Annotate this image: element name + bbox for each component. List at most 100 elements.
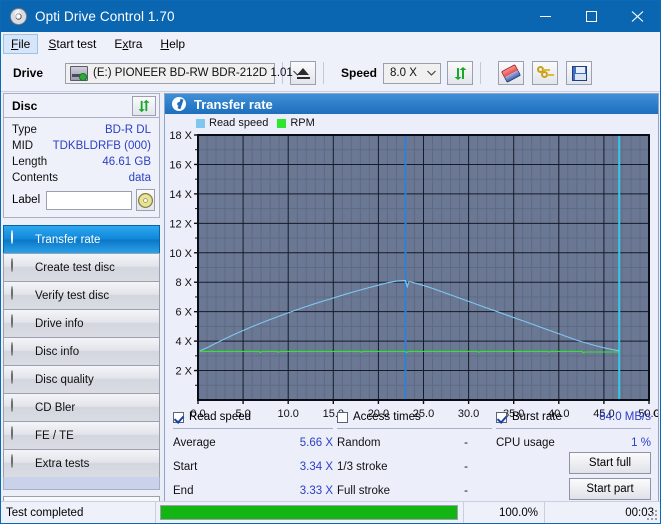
- disc-panel-header: Disc: [3, 93, 160, 118]
- panel-title: Transfer rate: [194, 97, 273, 112]
- legend-label-rpm: RPM: [290, 117, 314, 129]
- eject-icon: [297, 68, 310, 79]
- divider: [173, 428, 333, 429]
- disc-icon: [11, 259, 28, 276]
- sidebar-item-verify-test-disc[interactable]: Verify test disc: [3, 281, 160, 309]
- svg-text:10 X: 10 X: [169, 248, 192, 260]
- sidebar-item-fe-te[interactable]: FE / TE: [3, 421, 160, 449]
- stat-value: 3.33 X: [300, 485, 333, 497]
- disc-info-panel: Type BD-R DL MID TDKBLDRFB (000) Length …: [3, 118, 160, 218]
- refresh-drive-button[interactable]: [447, 61, 473, 85]
- disc-row-value: 46.61 GB: [102, 156, 151, 168]
- drive-select[interactable]: (E:) PIONEER BD-RW BDR-212D 1.01: [65, 63, 275, 84]
- maximize-button[interactable]: [568, 1, 614, 32]
- sidebar-item-label: CD Bler: [35, 402, 75, 414]
- sidebar-item-transfer-rate[interactable]: Transfer rate: [3, 225, 160, 253]
- stat-row-end: End 3.33 X: [173, 479, 333, 503]
- stat-key: End: [173, 485, 193, 497]
- burst-rate-value: 84.0 MB/s: [599, 411, 651, 423]
- sidebar-item-label: Transfer rate: [35, 234, 100, 246]
- sidebar-item-disc-info[interactable]: Disc info: [3, 337, 160, 365]
- start-full-button[interactable]: Start full: [569, 452, 651, 474]
- disc-row-key: Length: [12, 156, 47, 168]
- access-times-stats: Access times Random - 1/3 stroke - Full …: [337, 409, 492, 503]
- erase-disc-button[interactable]: [498, 61, 524, 85]
- window-controls: [522, 1, 660, 32]
- start-part-button[interactable]: Start part: [569, 478, 651, 500]
- sidebar-item-label: Drive info: [35, 318, 84, 330]
- legend-label-read-speed: Read speed: [209, 117, 268, 129]
- read-speed-checkbox[interactable]: [173, 412, 184, 423]
- stat-value: -: [464, 485, 468, 497]
- burst-rate-checkbox[interactable]: [496, 412, 507, 423]
- stat-key: 1/3 stroke: [337, 461, 388, 473]
- svg-text:18 X: 18 X: [169, 130, 192, 142]
- stat-row-average: Average 5.66 X: [173, 431, 333, 455]
- left-sidebar: Disc Type BD-R DL MID TDKBLDRFB (000) Le…: [3, 93, 160, 520]
- sidebar-item-create-test-disc[interactable]: Create test disc: [3, 253, 160, 281]
- stat-value: 5.66 X: [300, 437, 333, 449]
- minimize-button[interactable]: [522, 1, 568, 32]
- disc-label-button[interactable]: [136, 189, 155, 211]
- disc-row-length: Length 46.61 GB: [4, 154, 159, 170]
- menu-file[interactable]: File: [3, 34, 38, 54]
- cd-disc-icon: [138, 193, 153, 208]
- stat-key: Random: [337, 437, 380, 449]
- stat-row-third-stroke: 1/3 stroke -: [337, 455, 492, 479]
- transfer-rate-chart[interactable]: 2 X4 X6 X8 X10 X12 X14 X16 X18 X0.05.010…: [165, 130, 658, 422]
- access-times-checkbox-label: Access times: [353, 411, 421, 423]
- svg-text:16 X: 16 X: [169, 159, 192, 171]
- speed-select[interactable]: 8.0 X: [383, 63, 441, 84]
- sidebar-item-disc-quality[interactable]: Disc quality: [3, 365, 160, 393]
- stats-area: Read speed Average 5.66 X Start 3.34 X E…: [165, 409, 658, 502]
- chart-container[interactable]: 2 X4 X6 X8 X10 X12 X14 X16 X18 X0.05.010…: [165, 130, 658, 422]
- resize-grip[interactable]: [647, 510, 657, 520]
- disc-row-value: data: [129, 172, 151, 184]
- legend-swatch-rpm: [277, 119, 286, 128]
- svg-text:4 X: 4 X: [175, 336, 192, 348]
- sidebar-item-extra-tests[interactable]: Extra tests: [3, 449, 160, 477]
- floppy-save-icon: [572, 66, 587, 81]
- drive-select-value: (E:) PIONEER BD-RW BDR-212D 1.01: [93, 67, 293, 79]
- sidebar-item-cd-bler[interactable]: CD Bler: [3, 393, 160, 421]
- access-times-checkbox[interactable]: [337, 412, 348, 423]
- disc-icon: [11, 427, 28, 444]
- disc-label-input[interactable]: [46, 191, 132, 210]
- access-times-checkbox-row[interactable]: Access times: [337, 409, 492, 425]
- bitsetting-button[interactable]: [532, 61, 558, 85]
- toolbar-separator-3: [480, 62, 481, 84]
- disc-icon: [11, 287, 28, 304]
- menu-start-test[interactable]: Start test: [40, 34, 104, 54]
- burst-rate-checkbox-row[interactable]: Burst rate 84.0 MB/s: [496, 409, 651, 425]
- disc-icon: [172, 97, 186, 111]
- disc-row-key: Type: [12, 124, 37, 136]
- sidebar-item-label: Create test disc: [35, 262, 115, 274]
- menu-extra[interactable]: Extra: [106, 34, 150, 54]
- disc-row-contents: Contents data: [4, 170, 159, 186]
- progress-cell: [156, 502, 464, 523]
- disc-icon: [11, 231, 28, 248]
- burst-rate-stats: Burst rate 84.0 MB/s CPU usage 1 %: [496, 409, 651, 455]
- drive-icon: [70, 66, 88, 81]
- disc-refresh-button[interactable]: [132, 96, 156, 116]
- svg-text:14 X: 14 X: [169, 189, 192, 201]
- status-message: Test completed: [1, 502, 156, 523]
- disc-icon: [11, 399, 28, 416]
- read-speed-checkbox-row[interactable]: Read speed: [173, 409, 333, 425]
- refresh-icon: [453, 66, 468, 81]
- sidebar-item-label: Disc quality: [35, 374, 94, 386]
- svg-text:8 X: 8 X: [175, 277, 192, 289]
- disc-panel-title: Disc: [12, 99, 37, 113]
- sidebar-item-label: Extra tests: [35, 458, 89, 470]
- title-bar: Opti Drive Control 1.70: [1, 1, 660, 32]
- disc-row-mid: MID TDKBLDRFB (000): [4, 138, 159, 154]
- save-button[interactable]: [566, 61, 592, 85]
- drive-toolbar: Drive (E:) PIONEER BD-RW BDR-212D 1.01 S…: [1, 55, 660, 92]
- stat-value: 1 %: [631, 437, 651, 449]
- disc-icon: [11, 315, 28, 332]
- sidebar-item-drive-info[interactable]: Drive info: [3, 309, 160, 337]
- svg-text:2 X: 2 X: [175, 366, 192, 378]
- stat-value: -: [464, 437, 468, 449]
- close-button[interactable]: [614, 1, 660, 32]
- menu-help[interactable]: Help: [152, 34, 193, 54]
